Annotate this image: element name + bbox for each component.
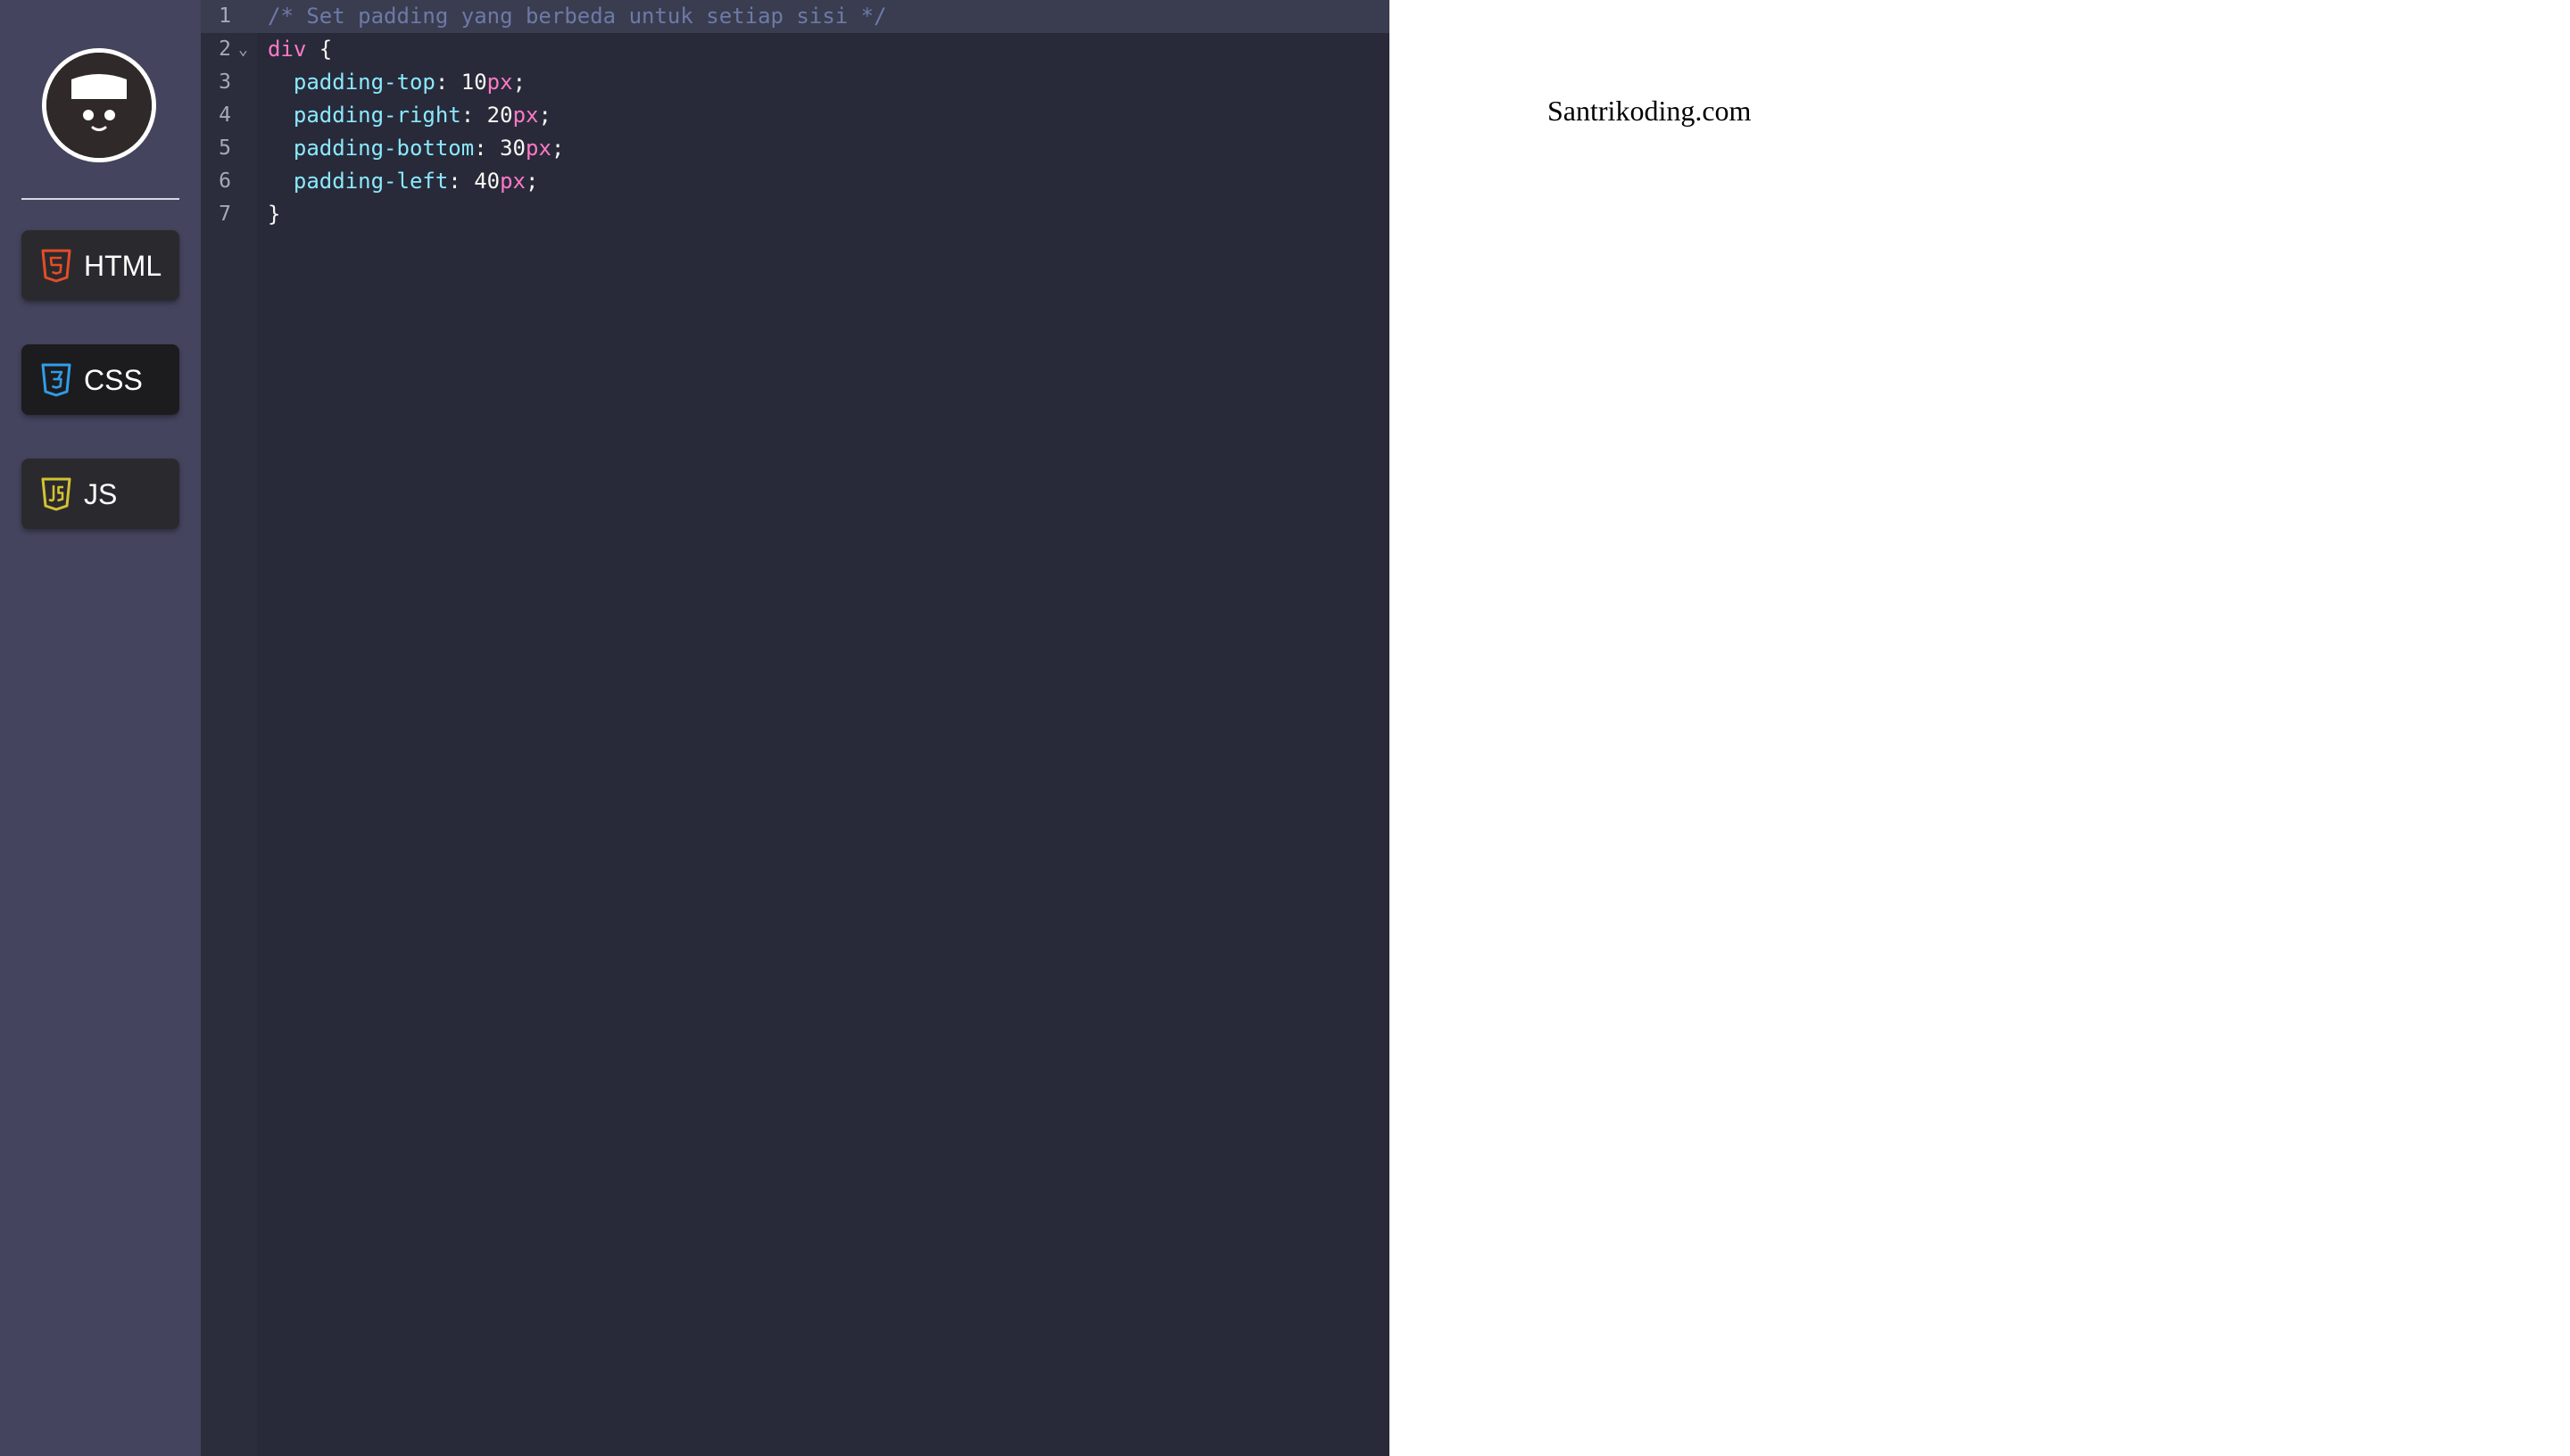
app-logo[interactable]: [42, 48, 156, 162]
code-line[interactable]: 2 ⌄ div {: [201, 33, 1389, 66]
preview-pane: Santrikoding.com: [1389, 0, 2570, 1456]
code-line[interactable]: 1 /* Set padding yang berbeda untuk seti…: [201, 0, 1389, 33]
preview-text: Santrikoding.com: [1547, 95, 1752, 127]
code-text: div {: [268, 37, 333, 62]
sidebar: HTML CSS JS: [0, 0, 201, 1456]
code-text: padding-right: 20px;: [293, 103, 551, 128]
code-comment: /* Set padding yang berbeda untuk setiap…: [268, 4, 887, 29]
code-text: }: [268, 202, 281, 227]
html-button-label: HTML: [84, 249, 162, 282]
fold-chevron-icon[interactable]: ⌄: [238, 33, 248, 66]
code-text: padding-top: 10px;: [293, 70, 526, 95]
mascot-face-icon: [46, 53, 152, 158]
sidebar-divider: [21, 198, 179, 200]
line-number: 3: [219, 70, 231, 94]
line-number: 5: [219, 136, 231, 160]
js-icon: [40, 477, 72, 511]
css-button[interactable]: CSS: [21, 344, 179, 415]
code-line[interactable]: 4 padding-right: 20px;: [201, 99, 1389, 132]
html-button[interactable]: HTML: [21, 230, 179, 301]
code-line[interactable]: 5 padding-bottom: 30px;: [201, 132, 1389, 165]
css3-icon: [40, 363, 72, 397]
code-text: padding-bottom: 30px;: [293, 136, 565, 161]
line-number: 2: [219, 37, 231, 61]
line-number: 1: [219, 4, 231, 28]
code-line[interactable]: 6 padding-left: 40px;: [201, 165, 1389, 198]
code-editor[interactable]: 1 /* Set padding yang berbeda untuk seti…: [201, 0, 1389, 1456]
html5-icon: [40, 249, 72, 283]
line-number: 7: [219, 203, 231, 226]
css-button-label: CSS: [84, 363, 143, 396]
line-number: 4: [219, 103, 231, 127]
code-line[interactable]: 3 padding-top: 10px;: [201, 66, 1389, 99]
code-text: padding-left: 40px;: [293, 169, 539, 194]
code-line[interactable]: 7 }: [201, 198, 1389, 231]
js-button-label: JS: [84, 477, 118, 510]
line-number: 6: [219, 170, 231, 193]
js-button[interactable]: JS: [21, 459, 179, 529]
